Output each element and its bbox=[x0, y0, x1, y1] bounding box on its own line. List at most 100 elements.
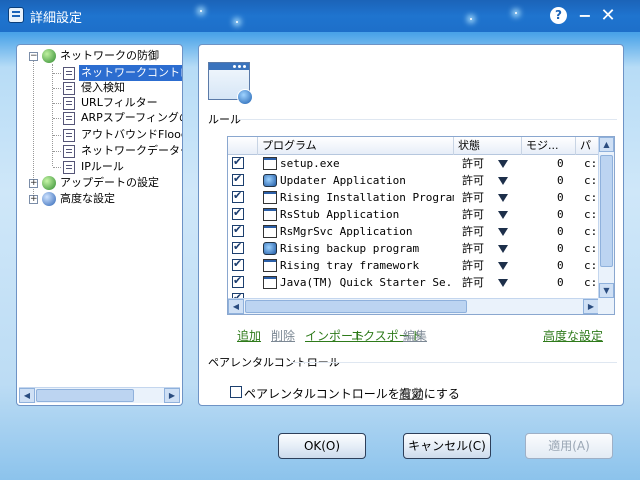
tree-node-label: 高度な設定 bbox=[60, 192, 115, 205]
network-shield-icon bbox=[42, 49, 56, 63]
cell-module: 0 bbox=[557, 259, 564, 272]
window-app-icon bbox=[263, 276, 277, 289]
tree-node-arp-spoofing[interactable]: ARPスプーフィングの防 bbox=[17, 110, 182, 126]
status-dropdown-icon[interactable] bbox=[492, 274, 508, 291]
delete-link[interactable]: 削除 bbox=[271, 327, 295, 344]
rules-table-body: setup.exe 許可 0 c: Updater Application 許可… bbox=[228, 155, 599, 298]
cell-path: c: bbox=[584, 225, 598, 238]
add-link[interactable]: 追加 bbox=[237, 327, 261, 344]
close-icon[interactable]: ✕ bbox=[598, 6, 618, 26]
help-icon[interactable]: ? bbox=[550, 7, 567, 24]
cell-path: c: bbox=[584, 174, 598, 187]
rule-checkbox[interactable] bbox=[232, 155, 244, 169]
scroll-up-icon[interactable]: ▲ bbox=[599, 137, 614, 152]
status-dropdown-icon[interactable] bbox=[492, 172, 508, 189]
title-bar[interactable]: 詳細設定 ? − ✕ bbox=[0, 0, 640, 32]
rule-checkbox[interactable] bbox=[232, 189, 244, 203]
rules-icon-dots bbox=[243, 65, 246, 68]
cell-module: 0 bbox=[557, 174, 564, 187]
tree-node-network-data-protection[interactable]: ネットワークデーターの保護 bbox=[17, 143, 182, 159]
rules-icon bbox=[208, 62, 253, 105]
scroll-right-icon[interactable]: ▶ bbox=[583, 299, 599, 314]
table-horizontal-scrollbar[interactable]: ◀ ▶ bbox=[228, 298, 599, 314]
status-dropdown-icon[interactable] bbox=[492, 206, 508, 223]
rule-checkbox[interactable] bbox=[232, 240, 244, 254]
rule-checkbox[interactable] bbox=[232, 172, 244, 186]
scrollbar-thumb[interactable] bbox=[36, 389, 134, 402]
minimize-icon[interactable]: − bbox=[575, 6, 595, 26]
tree-node-intrusion-detection[interactable]: 侵入検知 bbox=[17, 80, 182, 96]
column-header-check[interactable] bbox=[228, 137, 258, 155]
tree-node-ip-rules[interactable]: IPルール bbox=[17, 159, 182, 175]
column-header-status[interactable]: 状態 bbox=[454, 137, 522, 155]
table-vertical-scrollbar[interactable]: ▲ ▼ bbox=[598, 137, 614, 298]
status-dropdown-icon[interactable] bbox=[492, 240, 508, 257]
cell-program: Rising backup program bbox=[280, 242, 420, 255]
tree-node-update-settings[interactable]: + アップデートの設定 bbox=[17, 175, 182, 191]
page-icon bbox=[63, 67, 75, 80]
page-icon bbox=[63, 82, 75, 95]
page-icon bbox=[63, 112, 75, 125]
cancel-button[interactable]: キャンセル(C) bbox=[403, 433, 491, 459]
window-app-icon bbox=[263, 259, 277, 272]
table-row[interactable]: Updater Application 許可 0 c: bbox=[228, 172, 599, 189]
scroll-right-icon[interactable]: ▶ bbox=[164, 388, 180, 403]
cell-program: Java(TM) Quick Starter Se... bbox=[280, 276, 454, 289]
cell-path: c: bbox=[584, 208, 598, 221]
page-icon bbox=[63, 145, 75, 158]
collapse-icon[interactable]: − bbox=[29, 52, 38, 61]
table-row[interactable]: RsStub Application 許可 0 c: bbox=[228, 206, 599, 223]
status-dropdown-icon[interactable] bbox=[492, 189, 508, 206]
tree-horizontal-scrollbar[interactable]: ◀ ▶ bbox=[19, 387, 180, 403]
rule-checkbox[interactable] bbox=[232, 206, 244, 220]
apply-button[interactable]: 適用(A) bbox=[525, 433, 613, 459]
rule-checkbox[interactable] bbox=[232, 257, 244, 271]
ok-button[interactable]: OK(O) bbox=[278, 433, 366, 459]
tree-node-advanced-settings[interactable]: + 高度な設定 bbox=[17, 191, 182, 207]
scrollbar-thumb[interactable] bbox=[600, 155, 613, 267]
tree-node-network-defense[interactable]: − ネットワークの防御 bbox=[17, 48, 182, 64]
expand-icon[interactable]: + bbox=[29, 179, 38, 188]
parental-settings-link[interactable]: 設定 bbox=[399, 385, 423, 402]
scroll-left-icon[interactable]: ◀ bbox=[19, 388, 35, 403]
table-row[interactable]: Java(TM) Quick Starter Se... 許可 0 c: bbox=[228, 274, 599, 291]
rule-checkbox[interactable] bbox=[232, 274, 244, 288]
expand-icon[interactable]: + bbox=[29, 195, 38, 204]
rule-checkbox[interactable] bbox=[232, 223, 244, 237]
scrollbar-thumb[interactable] bbox=[245, 300, 467, 313]
tree-node-label: ARPスプーフィングの防 bbox=[81, 111, 182, 124]
table-row[interactable]: RsMgrSvc Application 許可 0 c: bbox=[228, 223, 599, 240]
parental-enable-checkbox[interactable] bbox=[230, 386, 242, 398]
scroll-left-icon[interactable]: ◀ bbox=[228, 299, 244, 314]
section-divider bbox=[291, 362, 617, 363]
column-header-module[interactable]: モジ... bbox=[522, 137, 576, 155]
tree-guide-line bbox=[53, 103, 61, 104]
column-header-program[interactable]: プログラム bbox=[258, 137, 454, 155]
tree-node-url-filter[interactable]: URLフィルター bbox=[17, 95, 182, 111]
scroll-corner bbox=[598, 298, 614, 314]
tree-guide-line bbox=[53, 151, 61, 152]
advanced-settings-link[interactable]: 高度な設定 bbox=[543, 327, 603, 344]
update-icon bbox=[42, 176, 56, 190]
cell-path: c: bbox=[584, 259, 598, 272]
column-header-path[interactable]: パ bbox=[576, 137, 599, 155]
tree-node-label: 侵入検知 bbox=[81, 81, 125, 94]
table-row[interactable]: setup.exe 許可 0 c: bbox=[228, 155, 599, 172]
tree-node-outbound-flood[interactable]: アウトバウンドFlood攻 bbox=[17, 127, 182, 143]
table-row[interactable]: Rising backup program 許可 0 c: bbox=[228, 240, 599, 257]
edit-link[interactable]: 編集 bbox=[403, 327, 427, 344]
table-row[interactable]: Rising tray framework 許可 0 c: bbox=[228, 257, 599, 274]
rules-table-header: プログラム 状態 モジ... パ bbox=[228, 137, 599, 155]
tree-node-network-control[interactable]: ネットワークコントロール bbox=[17, 65, 182, 81]
status-dropdown-icon[interactable] bbox=[492, 223, 508, 240]
scroll-down-icon[interactable]: ▼ bbox=[599, 283, 614, 298]
status-dropdown-icon[interactable] bbox=[492, 155, 508, 172]
table-row[interactable]: Rising Installation Program 許可 0 c: bbox=[228, 189, 599, 206]
table-row-partial[interactable] bbox=[228, 291, 599, 298]
settings-tree: − ネットワークの防御 ネットワークコントロール 侵入検知 URLフィルター bbox=[17, 45, 182, 385]
status-dropdown-icon[interactable] bbox=[492, 257, 508, 274]
parental-enable-label[interactable]: ペアレンタルコントロールを有効にする bbox=[244, 385, 460, 402]
page-icon bbox=[63, 97, 75, 110]
tree-node-label: ネットワークコントロール bbox=[79, 65, 182, 81]
window-app-icon bbox=[263, 208, 277, 221]
